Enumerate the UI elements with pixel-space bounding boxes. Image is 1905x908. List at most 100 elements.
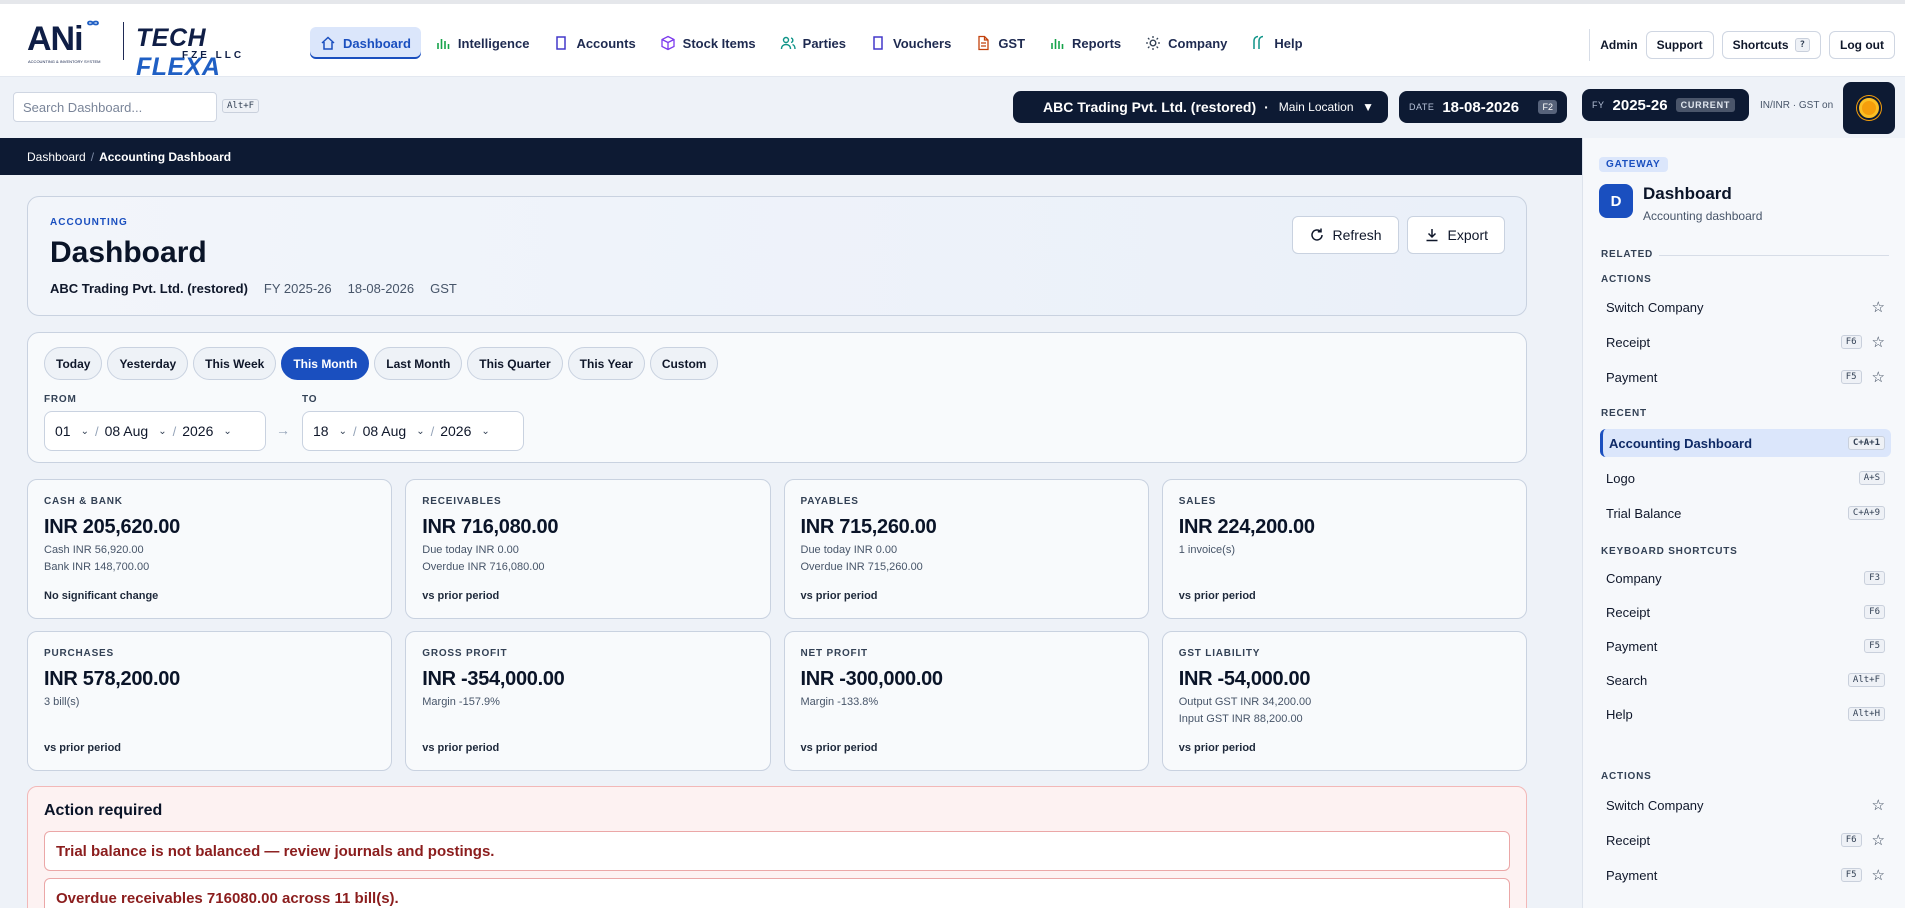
date-divider: /	[352, 423, 357, 439]
kpi-detail: Output GST INR 34,200.00	[1178, 696, 1312, 708]
users-icon	[780, 36, 796, 50]
kpi-card-cash-bank[interactable]: CASH & BANK INR 205,620.00 Cash INR 56,920…	[27, 479, 393, 619]
to-year-select[interactable]: 2026 ⌄	[440, 423, 490, 439]
fiscal-year-selector[interactable]: FY 2025-26 CURRENT	[1582, 89, 1749, 121]
star-icon[interactable]: ☆	[1872, 796, 1885, 814]
nav-item-help[interactable]: Help	[1241, 27, 1312, 59]
date-selector[interactable]: DATE 18-08-2026 F2	[1399, 91, 1567, 123]
period-pill-this-year[interactable]: This Year	[567, 347, 645, 380]
header-actions: Refresh Export	[1291, 216, 1505, 254]
star-icon[interactable]: ☆	[1872, 866, 1885, 884]
support-button[interactable]: Support	[1645, 31, 1714, 59]
shortcut-key: A+S	[1858, 471, 1885, 485]
search-input[interactable]	[13, 92, 217, 122]
sidebar-item-receipt[interactable]: Receipt F6 ☆	[1600, 826, 1891, 854]
from-month-select[interactable]: 08 Aug ⌄	[105, 423, 167, 439]
logout-button[interactable]: Log out	[1829, 31, 1895, 59]
kpi-card-sales[interactable]: SALES INR 224,200.00 1 invoice(s) vs prior …	[1161, 479, 1527, 619]
to-day-select[interactable]: 18 ⌄	[313, 423, 347, 439]
kpi-value: INR 716,080.00	[422, 516, 559, 538]
home-icon	[321, 36, 335, 50]
period-pill-custom[interactable]: Custom	[649, 347, 719, 380]
sidebar-item-label: Payment	[1606, 369, 1658, 385]
kpi-card-receivables[interactable]: RECEIVABLES INR 716,080.00 Due today INR 0…	[405, 479, 771, 619]
cube-icon	[661, 35, 675, 51]
kpi-card-net-profit[interactable]: NET PROFIT INR -300,000.00 Margin -133.8% v…	[783, 631, 1149, 771]
kpi-card-gross-profit[interactable]: GROSS PROFIT INR -354,000.00 Margin -157.9…	[405, 631, 771, 771]
techflexa-logo-subtitle: FZE LLC	[182, 50, 245, 61]
star-icon[interactable]: ☆	[1872, 333, 1885, 351]
kpi-card-purchases[interactable]: PURCHASES INR 578,200.00 3 bill(s) vs prior…	[27, 631, 393, 771]
to-date-picker: 18 ⌄ / 08 Aug ⌄ / 2026 ⌄	[302, 411, 524, 451]
sidebar-item-logo[interactable]: Logo A+S	[1600, 464, 1891, 492]
export-button[interactable]: Export	[1406, 216, 1505, 254]
meta-date: 18-08-2026	[347, 281, 415, 296]
from-day-select[interactable]: 01 ⌄	[55, 423, 89, 439]
alert-item[interactable]: Trial balance is not balanced — review j…	[44, 831, 1510, 871]
kpi-card-payables[interactable]: PAYABLES INR 715,260.00 Due today INR 0.00…	[783, 479, 1149, 619]
sidebar-item-search[interactable]: Search Alt+F	[1600, 666, 1891, 694]
action-required-panel: Action required Trial balance is not bal…	[27, 786, 1527, 908]
sidebar-item-switch-company[interactable]: Switch Company ☆	[1600, 791, 1891, 819]
fy-label: FY	[1592, 100, 1605, 110]
period-pill-this-quarter[interactable]: This Quarter	[467, 347, 563, 380]
breadcrumb-root[interactable]: Dashboard	[27, 150, 86, 164]
nav-item-gst[interactable]: GST	[965, 27, 1035, 59]
sidebar-item-accounting-dashboard[interactable]: Accounting Dashboard C+A+1	[1600, 429, 1891, 457]
star-icon[interactable]: ☆	[1872, 368, 1885, 386]
sidebar-item-help[interactable]: Help Alt+H	[1600, 700, 1891, 728]
nav-item-stock-items[interactable]: Stock Items	[650, 27, 766, 59]
nav-item-intelligence[interactable]: Intelligence	[425, 27, 540, 59]
from-day-value: 01	[55, 423, 71, 439]
company-selector[interactable]: ABC Trading Pvt. Ltd. (restored) · Main …	[1013, 91, 1388, 123]
sidebar-item-trial-balance[interactable]: Trial Balance C+A+9	[1600, 499, 1891, 527]
shortcuts-button[interactable]: Shortcuts?	[1721, 31, 1822, 59]
kpi-card-gst-liability[interactable]: GST LIABILITY INR -54,000.00 Output GST IN…	[1161, 631, 1527, 771]
kpi-detail: Due today INR 0.00	[800, 544, 898, 556]
period-filter-card: Today Yesterday This Week This Month Last Mo…	[27, 332, 1527, 463]
nav-item-vouchers[interactable]: Vouchers	[860, 27, 961, 59]
sidebar-item-company[interactable]: Company F3	[1600, 564, 1891, 592]
shortcut-key: F6	[1840, 335, 1862, 349]
refresh-button[interactable]: Refresh	[1291, 216, 1399, 254]
book-icon	[556, 36, 567, 50]
sidebar-item-receipt[interactable]: Receipt F6 ☆	[1600, 328, 1891, 356]
to-month-select[interactable]: 08 Aug ⌄	[363, 423, 425, 439]
nav-item-dashboard[interactable]: Dashboard	[310, 27, 421, 59]
sidebar-item-switch-company[interactable]: Switch Company ☆	[1600, 293, 1891, 321]
nav-item-parties[interactable]: Parties	[770, 27, 856, 59]
nav-item-label: Reports	[1072, 35, 1122, 51]
shortcuts-key: ?	[1794, 38, 1811, 52]
kpi-value: INR 715,260.00	[800, 516, 937, 538]
download-icon	[1426, 229, 1438, 242]
page-kicker: ACCOUNTING	[50, 217, 128, 228]
period-pill-this-month[interactable]: This Month	[281, 347, 370, 380]
from-year-select[interactable]: 2026 ⌄	[182, 423, 232, 439]
to-month-value: 08 Aug	[362, 423, 407, 439]
fy-value: 2025-26	[1612, 96, 1668, 114]
period-pill-today[interactable]: Today	[44, 347, 103, 380]
sidebar-item-payment[interactable]: Payment F5	[1600, 632, 1891, 660]
date-divider: /	[430, 423, 435, 439]
star-icon[interactable]: ☆	[1872, 831, 1885, 849]
sidebar-item-receipt[interactable]: Receipt F6	[1600, 598, 1891, 626]
period-pill-this-week[interactable]: This Week	[193, 347, 277, 380]
gateway-sidebar: GATEWAY D Dashboard Accounting dashboard…	[1582, 138, 1905, 908]
sidebar-item-payment[interactable]: Payment F5 ☆	[1600, 363, 1891, 391]
brand-logo[interactable]: ANi ACCOUNTING & INVENTORY SYSTEM TECH F…	[27, 18, 297, 81]
alert-item[interactable]: Overdue receivables 716080.00 across 11 …	[44, 878, 1510, 908]
nav-item-label: Stock Items	[682, 35, 756, 51]
date-label: DATE	[1409, 102, 1435, 112]
period-pill-yesterday[interactable]: Yesterday	[107, 347, 189, 380]
assistant-button[interactable]	[1843, 82, 1895, 134]
sidebar-item-label: Logo	[1606, 470, 1635, 486]
nav-item-reports[interactable]: Reports	[1039, 27, 1131, 59]
search-shortcut-key: Alt+F	[222, 99, 260, 113]
nav-item-accounts[interactable]: Accounts	[543, 27, 645, 59]
chevron-down-icon: ⌄	[416, 425, 425, 437]
period-pill-last-month[interactable]: Last Month	[374, 347, 463, 380]
help-icon	[1253, 35, 1264, 49]
nav-item-company[interactable]: Company	[1135, 27, 1237, 59]
sidebar-item-payment[interactable]: Payment F5 ☆	[1600, 861, 1891, 889]
star-icon[interactable]: ☆	[1872, 298, 1885, 316]
